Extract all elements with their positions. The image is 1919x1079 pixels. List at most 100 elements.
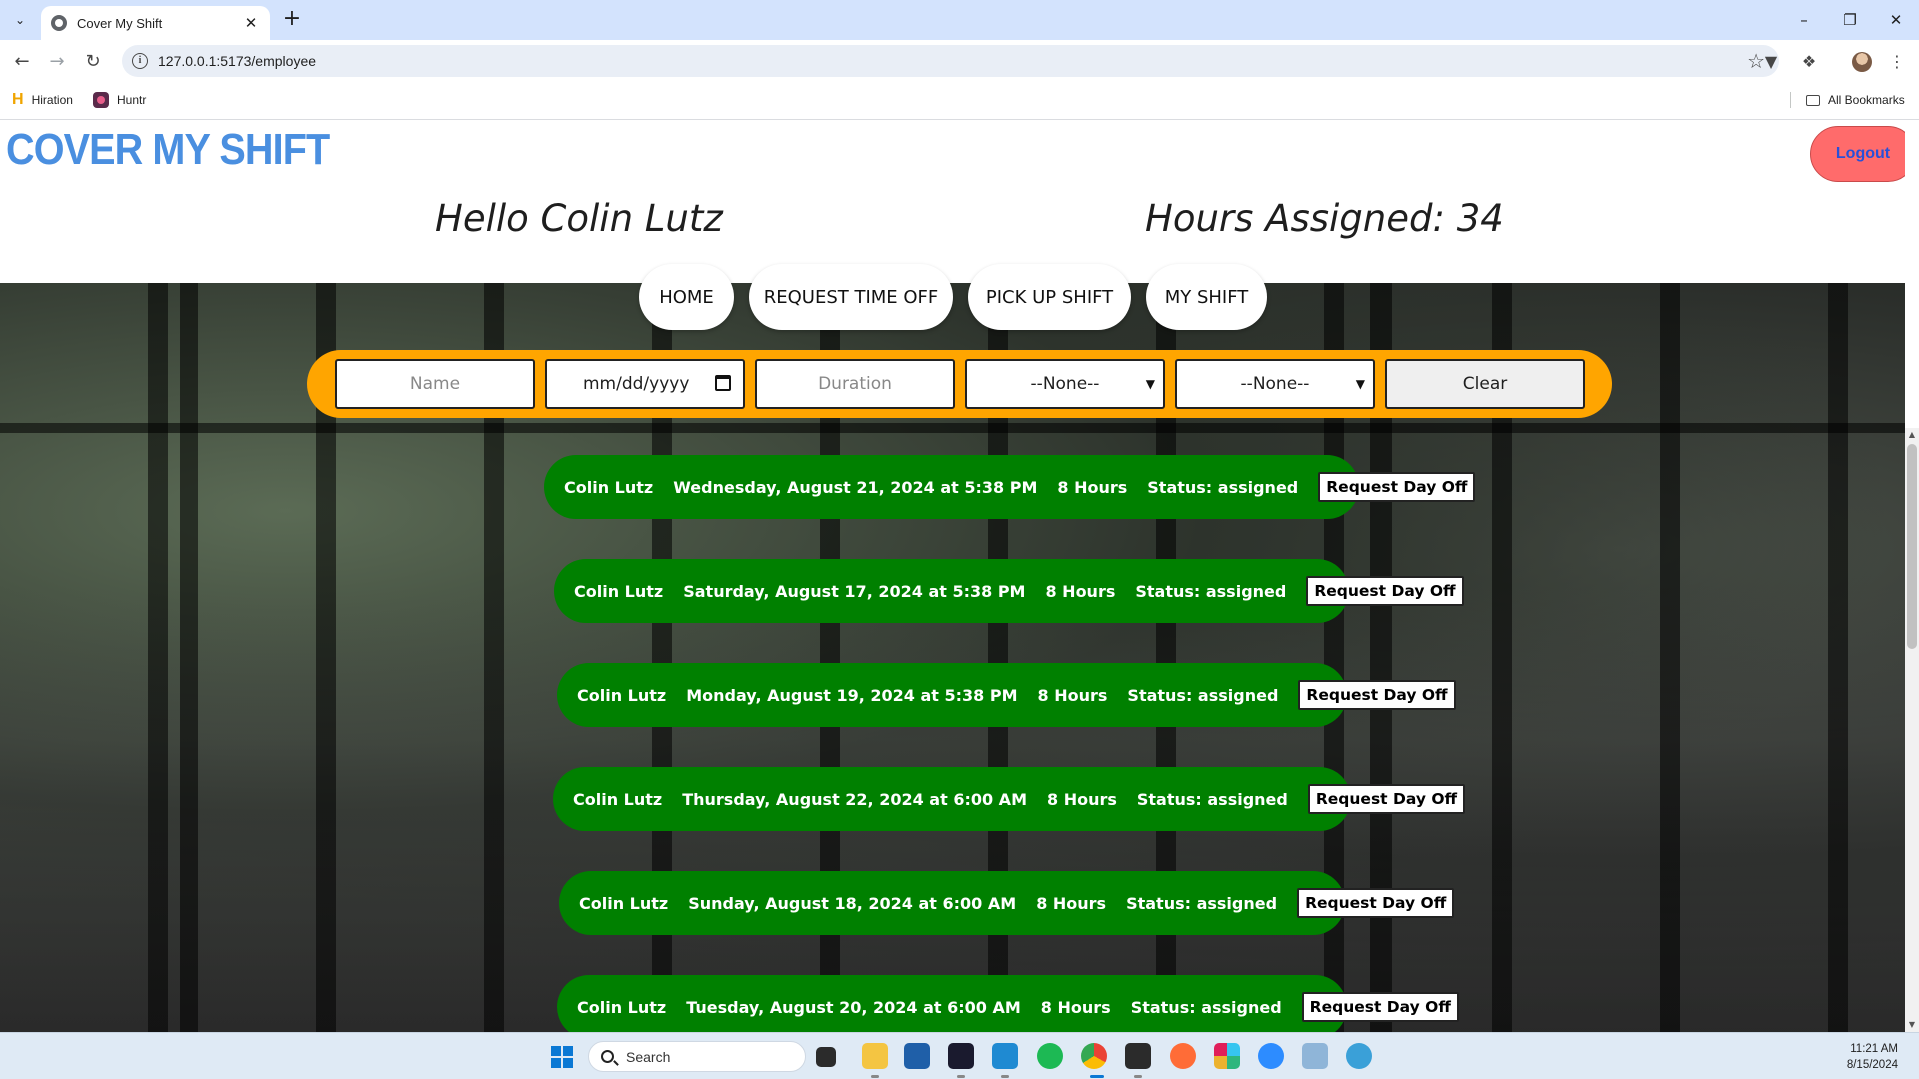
bookmark-label: Huntr bbox=[117, 93, 147, 107]
shift-datetime: Monday, August 19, 2024 at 5:38 PM bbox=[686, 685, 1018, 705]
shift-datetime: Tuesday, August 20, 2024 at 6:00 AM bbox=[686, 997, 1021, 1017]
tab-search-chevron-icon[interactable]: ⌄ bbox=[8, 9, 32, 31]
new-tab-button[interactable]: + bbox=[280, 8, 304, 32]
hiration-icon: H bbox=[12, 91, 24, 108]
bookmarks-divider bbox=[1790, 92, 1791, 108]
select-value: --None-- bbox=[1240, 374, 1310, 394]
running-indicator bbox=[957, 1075, 965, 1078]
close-window-icon[interactable]: ✕ bbox=[1873, 6, 1919, 34]
request-day-off-button[interactable]: Request Day Off bbox=[1318, 472, 1476, 502]
duration-filter-input[interactable]: Duration bbox=[755, 359, 955, 409]
browser-tab[interactable]: Cover My Shift ✕ bbox=[41, 6, 270, 40]
greeting-heading: Hello Colin Lutz bbox=[435, 197, 723, 240]
shift-employee-name: Colin Lutz bbox=[573, 789, 663, 809]
all-bookmarks[interactable]: All Bookmarks bbox=[1806, 90, 1905, 110]
scroll-up-arrow-icon[interactable]: ▲ bbox=[1905, 428, 1919, 442]
request-day-off-button[interactable]: Request Day Off bbox=[1298, 680, 1456, 710]
bookmark-hiration[interactable]: H Hiration bbox=[12, 90, 73, 110]
select-value: --None-- bbox=[1030, 374, 1100, 394]
shift-card: Colin Lutz Tuesday, August 20, 2024 at 6… bbox=[557, 975, 1459, 1032]
request-day-off-button[interactable]: Request Day Off bbox=[1301, 992, 1459, 1022]
microsoft-store-icon[interactable] bbox=[904, 1043, 930, 1069]
filter-select-1[interactable]: --None-- ▼ bbox=[965, 359, 1165, 409]
minimize-icon[interactable]: – bbox=[1781, 6, 1827, 34]
shift-duration: 8 Hours bbox=[1046, 789, 1117, 809]
name-filter-input[interactable]: Name bbox=[335, 359, 535, 409]
date-filter-input[interactable]: mm/dd/yyyy bbox=[545, 359, 745, 409]
shift-status: Status: assigned bbox=[1127, 685, 1279, 705]
intellij-icon[interactable] bbox=[948, 1043, 974, 1069]
calendar-icon[interactable] bbox=[715, 375, 731, 391]
file-explorer-icon[interactable] bbox=[862, 1043, 888, 1069]
huntr-icon bbox=[93, 92, 109, 108]
window-frame bbox=[0, 423, 1905, 433]
logout-button[interactable]: Logout bbox=[1810, 126, 1905, 182]
app-logo[interactable]: COVER MY SHIFT bbox=[6, 125, 330, 175]
clear-filters-button[interactable]: Clear bbox=[1385, 359, 1585, 409]
tab-title: Cover My Shift bbox=[77, 15, 163, 31]
url-text[interactable]: 127.0.0.1:5173/employee bbox=[158, 53, 1747, 69]
close-tab-icon[interactable]: ✕ bbox=[242, 14, 260, 32]
restore-icon[interactable]: ❐ bbox=[1827, 6, 1873, 34]
profile-avatar[interactable] bbox=[1852, 52, 1872, 72]
shift-duration: 8 Hours bbox=[1036, 893, 1107, 913]
slack-icon[interactable] bbox=[1214, 1043, 1240, 1069]
shift-duration: 8 Hours bbox=[1045, 581, 1116, 601]
terminal-icon[interactable] bbox=[1125, 1043, 1151, 1069]
search-icon bbox=[601, 1050, 614, 1063]
request-day-off-button[interactable]: Request Day Off bbox=[1297, 888, 1455, 918]
chevron-down-icon: ▼ bbox=[1355, 377, 1365, 391]
extensions-puzzle-icon[interactable]: ❖ bbox=[1798, 50, 1820, 72]
shift-duration: 8 Hours bbox=[1040, 997, 1111, 1017]
window-frame bbox=[180, 283, 198, 1032]
shift-card: Colin Lutz Monday, August 19, 2024 at 5:… bbox=[557, 663, 1456, 727]
extension-v-icon[interactable]: ▼ bbox=[1760, 50, 1782, 72]
shift-status: Status: assigned bbox=[1126, 893, 1278, 913]
page-viewport: COVER MY SHIFT Logout Hello Colin Lutz H… bbox=[0, 121, 1905, 1032]
nav-pick-up-shift-button[interactable]: PICK UP SHIFT bbox=[968, 264, 1131, 330]
shift-card: Colin Lutz Thursday, August 22, 2024 at … bbox=[553, 767, 1466, 831]
postman-icon[interactable] bbox=[1170, 1043, 1196, 1069]
address-bar[interactable]: i 127.0.0.1:5173/employee ☆ bbox=[122, 45, 1779, 77]
globe-icon bbox=[51, 15, 67, 31]
globe-app-icon[interactable] bbox=[1346, 1043, 1372, 1069]
running-indicator bbox=[871, 1075, 879, 1078]
bookmark-huntr[interactable]: Huntr bbox=[93, 90, 146, 110]
request-day-off-button[interactable]: Request Day Off bbox=[1306, 576, 1464, 606]
running-indicator bbox=[1134, 1075, 1142, 1078]
nav-my-shift-button[interactable]: MY SHIFT bbox=[1146, 264, 1267, 330]
shift-card: Colin Lutz Saturday, August 17, 2024 at … bbox=[554, 559, 1464, 623]
shift-duration: 8 Hours bbox=[1037, 685, 1108, 705]
system-clock[interactable]: 11:21 AM 8/15/2024 bbox=[1830, 1041, 1898, 1073]
windows-start-icon[interactable] bbox=[551, 1046, 573, 1068]
shift-card: Colin Lutz Wednesday, August 21, 2024 at… bbox=[544, 455, 1476, 519]
zoom-icon[interactable] bbox=[1258, 1043, 1284, 1069]
task-view-icon[interactable] bbox=[816, 1047, 836, 1067]
filter-select-2[interactable]: --None-- ▼ bbox=[1175, 359, 1375, 409]
site-info-icon[interactable]: i bbox=[132, 53, 148, 69]
request-day-off-button[interactable]: Request Day Off bbox=[1307, 784, 1466, 814]
scroll-down-arrow-icon[interactable]: ▼ bbox=[1905, 1018, 1919, 1032]
back-icon[interactable]: ← bbox=[7, 46, 37, 76]
vscode-icon[interactable] bbox=[992, 1043, 1018, 1069]
shift-employee-name: Colin Lutz bbox=[577, 997, 667, 1017]
browser-tab-bar: ⌄ Cover My Shift ✕ + – ❐ ✕ bbox=[0, 0, 1919, 40]
chevron-down-icon: ▼ bbox=[1145, 377, 1155, 391]
nav-home-button[interactable]: HOME bbox=[639, 264, 734, 330]
taskbar-search-box[interactable]: Search bbox=[588, 1041, 806, 1072]
shift-card: Colin Lutz Sunday, August 18, 2024 at 6:… bbox=[559, 871, 1455, 935]
chrome-icon[interactable] bbox=[1081, 1043, 1107, 1069]
forward-icon[interactable]: → bbox=[42, 46, 72, 76]
menu-dots-icon[interactable]: ⋮ bbox=[1886, 50, 1908, 72]
reload-icon[interactable]: ↻ bbox=[78, 46, 108, 76]
running-indicator bbox=[1090, 1075, 1104, 1078]
shift-employee-name: Colin Lutz bbox=[574, 581, 664, 601]
spotify-icon[interactable] bbox=[1037, 1043, 1063, 1069]
page-scrollbar[interactable]: ▲ ▼ bbox=[1905, 428, 1919, 1032]
notepad-icon[interactable] bbox=[1302, 1043, 1328, 1069]
shift-duration: 8 Hours bbox=[1057, 477, 1128, 497]
scroll-thumb[interactable] bbox=[1907, 444, 1917, 649]
shift-employee-name: Colin Lutz bbox=[577, 685, 667, 705]
browser-toolbar: ← → ↻ i 127.0.0.1:5173/employee ☆ ▼ ❖ ⋮ bbox=[0, 40, 1919, 80]
nav-request-time-off-button[interactable]: REQUEST TIME OFF bbox=[749, 264, 953, 330]
